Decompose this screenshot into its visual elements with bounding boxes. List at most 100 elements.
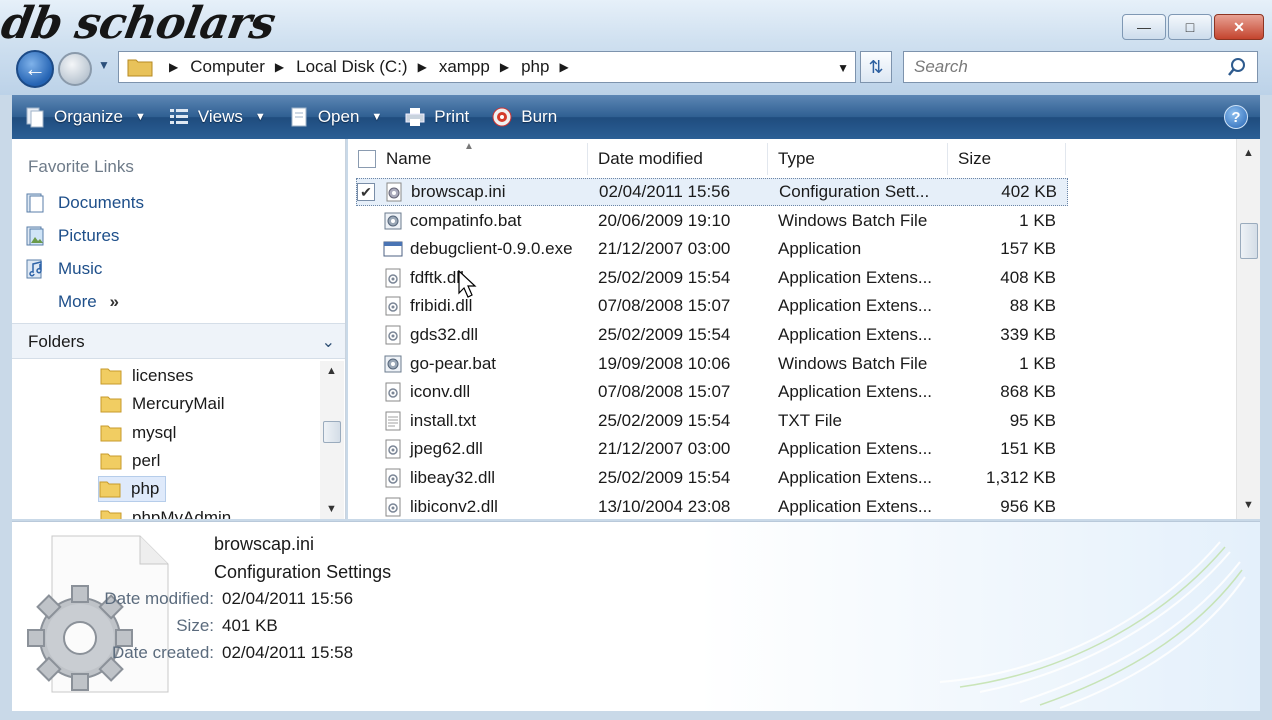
details-label: Date modified:	[104, 589, 214, 608]
folder-icon	[100, 510, 122, 519]
select-all-checkbox[interactable]	[358, 150, 376, 168]
file-row[interactable]: libeay32.dll 25/02/2009 15:54 Application …	[356, 464, 1066, 492]
scroll-up-icon[interactable]: ▲	[326, 365, 337, 377]
back-button[interactable]: ←	[16, 50, 54, 88]
tree-item-licenses[interactable]: licenses	[100, 363, 193, 389]
column-header-type[interactable]: Type	[768, 143, 948, 175]
details-file-name: browscap.ini	[214, 534, 315, 554]
scroll-up-icon[interactable]: ▲	[1243, 147, 1254, 159]
breadcrumb-sep-icon[interactable]: ▶	[169, 60, 178, 74]
tree-item-mysql[interactable]: mysql	[100, 420, 176, 446]
more-links[interactable]: More »	[58, 292, 119, 312]
file-row[interactable]: gds32.dll 25/02/2009 15:54 Application Ext…	[356, 321, 1066, 349]
file-row[interactable]: libiconv2.dll 13/10/2004 23:08 Application…	[356, 493, 1066, 521]
file-name-cell: fdftk.dll	[376, 267, 598, 289]
tree-item-mercurymail[interactable]: MercuryMail	[100, 391, 225, 417]
folders-label: Folders	[28, 332, 85, 351]
burn-button[interactable]: Burn	[491, 106, 557, 128]
organize-label: Organize	[54, 107, 123, 126]
scroll-down-icon[interactable]: ▼	[1243, 499, 1254, 511]
file-name: compatinfo.bat	[410, 210, 522, 230]
file-row[interactable]: debugclient-0.9.0.exe 21/12/2007 03:00 App…	[356, 235, 1066, 263]
file-name-cell: fribidi.dll	[376, 295, 598, 317]
tree-item-php[interactable]: php	[98, 476, 167, 502]
file-type: Windows Batch File	[778, 353, 928, 373]
recent-pages-dropdown[interactable]: ▼	[98, 58, 110, 72]
close-button[interactable]: ✕	[1214, 14, 1264, 40]
column-header-size[interactable]: Size	[948, 143, 1066, 175]
file-row[interactable]: jpeg62.dll 21/12/2007 03:00 Application Ex…	[356, 435, 1066, 463]
folders-bar[interactable]: Folders ⌄	[12, 323, 345, 359]
address-dropdown-icon[interactable]: ▼	[837, 61, 849, 75]
organize-button[interactable]: Organize ▼	[24, 106, 146, 128]
help-button[interactable]: ?	[1224, 105, 1248, 129]
file-row[interactable]: iconv.dll 07/08/2008 15:07 Application Ext…	[356, 378, 1066, 406]
column-header-name[interactable]: Name ▲	[348, 141, 588, 175]
tree-item-perl[interactable]: perl	[100, 448, 160, 474]
file-row[interactable]: ✔ browscap.ini 02/04/2011 15:56 Configurati…	[356, 178, 1068, 206]
open-button[interactable]: Open ▼	[288, 106, 382, 128]
chevron-down-icon: ▼	[254, 111, 266, 123]
file-size: 1,312 KB	[986, 468, 1056, 487]
scroll-down-icon[interactable]: ▼	[326, 503, 337, 515]
print-label: Print	[434, 107, 470, 126]
command-bar: Organize ▼ Views ▼ Open ▼ Print Burn ?	[12, 95, 1260, 139]
file-type: Application Extens...	[778, 296, 933, 316]
dll-file-icon	[385, 497, 401, 517]
file-size: 339 KB	[1000, 325, 1056, 344]
column-header-label: Name	[386, 149, 432, 168]
file-date: 19/09/2008 10:06	[598, 353, 731, 373]
file-size: 88 KB	[1009, 296, 1056, 316]
breadcrumb-php[interactable]: php	[521, 57, 549, 77]
file-list: Name ▲ Date modified Type Size ✔ browscap…	[348, 139, 1260, 519]
views-button[interactable]: Views ▼	[168, 106, 266, 128]
breadcrumb-local-disk[interactable]: Local Disk (C:)	[296, 57, 407, 77]
file-type: Windows Batch File	[778, 210, 928, 230]
breadcrumb-computer[interactable]: Computer	[190, 57, 265, 77]
search-icon[interactable]	[1227, 57, 1247, 77]
breadcrumb-sep-icon[interactable]: ▶	[275, 60, 284, 74]
scroll-thumb[interactable]	[1240, 223, 1258, 259]
breadcrumb-xampp[interactable]: xampp	[439, 57, 490, 77]
file-list-scrollbar[interactable]: ▲ ▼	[1236, 139, 1260, 519]
details-value: 02/04/2011 15:56	[222, 589, 354, 608]
file-type: Application Extens...	[778, 496, 933, 516]
breadcrumb-sep-icon[interactable]: ▶	[559, 60, 568, 74]
breadcrumb-sep-icon[interactable]: ▶	[500, 60, 509, 74]
file-row[interactable]: go-pear.bat 19/09/2008 10:06 Windows Batch…	[356, 350, 1066, 378]
breadcrumb-sep-icon[interactable]: ▶	[418, 60, 427, 74]
file-row[interactable]: compatinfo.bat 20/06/2009 19:10 Windows Ba…	[356, 207, 1066, 235]
favorite-link-documents[interactable]: Documents	[24, 192, 144, 214]
burn-disc-icon	[492, 107, 512, 127]
scroll-thumb[interactable]	[323, 421, 341, 443]
search-input[interactable]	[914, 57, 1214, 77]
pictures-icon	[26, 226, 44, 246]
column-header-row: Name ▲ Date modified Type Size	[348, 141, 1066, 175]
chevron-down-icon[interactable]: ⌄	[322, 332, 335, 352]
file-row[interactable]: install.txt 25/02/2009 15:54 TXT File 95 KB	[356, 407, 1066, 435]
more-label: More	[58, 292, 97, 311]
views-label: Views	[197, 107, 243, 126]
maximize-button[interactable]: □	[1168, 14, 1212, 40]
file-name: jpeg62.dll	[410, 439, 483, 459]
refresh-button[interactable]: ⇅	[860, 51, 892, 83]
column-header-date[interactable]: Date modified	[588, 143, 768, 175]
row-checkbox[interactable]: ✔	[357, 183, 375, 201]
tree-item-label: MercuryMail	[132, 394, 225, 413]
tree-item-label: mysql	[132, 423, 177, 442]
file-date: 25/02/2009 15:54	[598, 410, 731, 430]
favorite-link-pictures[interactable]: Pictures	[24, 225, 119, 247]
file-name-cell: compatinfo.bat	[376, 210, 598, 232]
file-name: gds32.dll	[410, 325, 479, 344]
file-name-cell: go-pear.bat	[376, 353, 598, 375]
favorite-link-label: Music	[58, 259, 103, 278]
print-button[interactable]: Print	[404, 106, 469, 128]
folder-tree-scrollbar[interactable]: ▲ ▼	[320, 361, 344, 519]
tree-item-phpmyadmin[interactable]: phpMyAdmin	[100, 505, 231, 519]
forward-button[interactable]	[58, 52, 92, 86]
minimize-button[interactable]: —	[1122, 14, 1166, 40]
search-box[interactable]	[903, 51, 1258, 83]
favorite-link-music[interactable]: Music	[24, 258, 102, 280]
address-bar[interactable]: ▶ Computer ▶ Local Disk (C:) ▶ xampp ▶ p…	[118, 51, 856, 83]
file-name-cell: iconv.dll	[376, 381, 598, 403]
